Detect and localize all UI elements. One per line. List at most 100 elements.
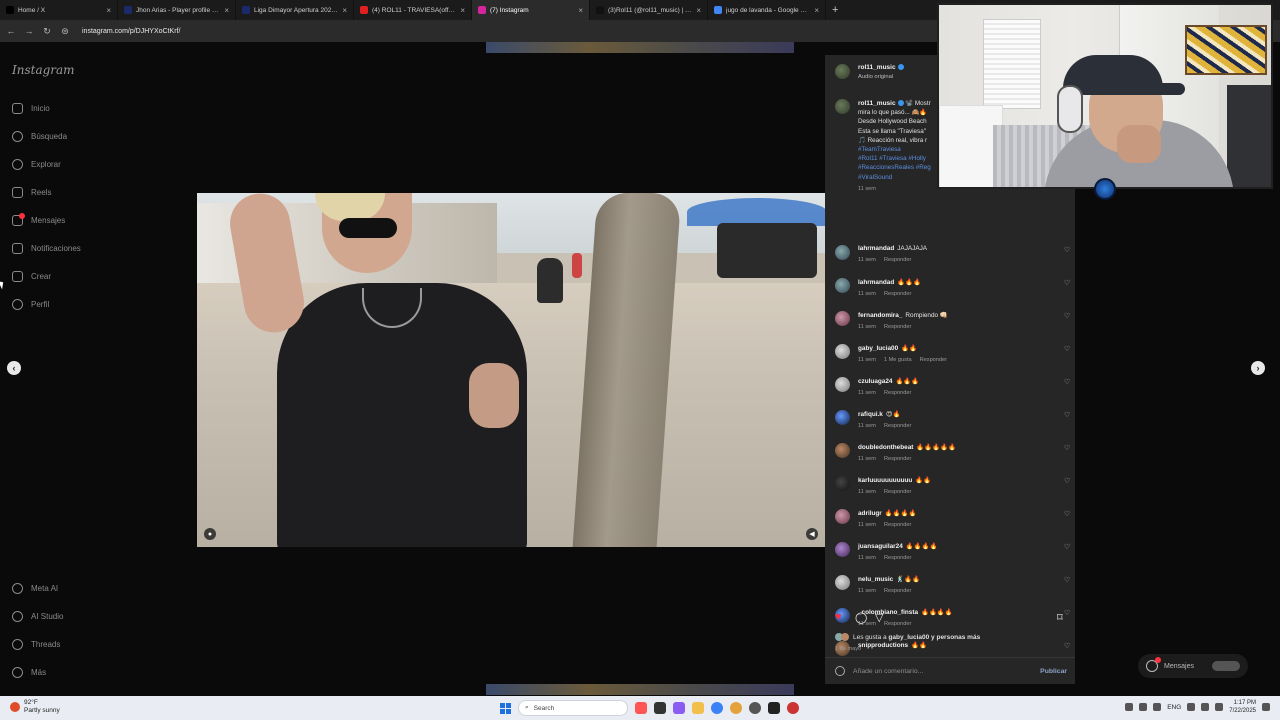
close-tab-icon[interactable]: × [578,6,583,15]
likes-summary[interactable]: Les gusta a gaby_lucia00 y personas más [835,633,980,641]
back-icon[interactable]: ← [6,26,16,36]
add-comment-input[interactable]: Añade un comentario... [853,668,923,675]
publish-button[interactable]: Publicar [1040,668,1067,675]
reload-icon[interactable]: ↻ [42,26,52,37]
close-tab-icon[interactable]: × [814,6,819,15]
reply-button[interactable]: Responder [884,456,911,462]
commenter-username[interactable]: gaby_lucia00 [858,345,898,352]
tagged-user-icon[interactable]: ● [204,528,216,540]
instagram-logo[interactable]: Instagram [12,63,75,77]
notification-icon[interactable] [1262,703,1270,711]
comment-like-heart-icon[interactable] [1064,642,1071,651]
comment-like-heart-icon[interactable] [1064,510,1071,519]
tray-chevron-icon[interactable] [1125,703,1134,711]
commenter-username[interactable]: czuluaga24 [858,378,892,385]
file-explorer-icon[interactable] [692,702,704,714]
tray-app-icon[interactable] [1139,703,1148,711]
url-text[interactable]: instagram.com/p/DJHYXoCtKrf/ [82,28,180,35]
commenter-avatar[interactable] [835,278,850,293]
post-video[interactable]: ● ◀ [197,193,825,547]
audio-label[interactable]: Audio original [858,74,904,80]
reply-button[interactable]: Responder [920,357,947,363]
commenter-avatar[interactable] [835,344,850,359]
comment-like-heart-icon[interactable] [1064,444,1071,453]
mute-icon[interactable]: ◀ [806,528,818,540]
commenter-username[interactable]: nelu_music [858,576,893,583]
caption-username[interactable]: rol11_music [858,100,896,107]
commenter-avatar[interactable] [835,542,850,557]
commenter-avatar[interactable] [835,245,850,260]
forward-icon[interactable]: → [24,26,34,36]
new-tab-button[interactable]: + [826,4,844,16]
commenter-username[interactable]: lahrmandad [858,279,894,286]
sidebar-item-mensajes[interactable]: Mensajes [12,213,65,226]
commenter-avatar[interactable] [835,443,850,458]
hashtag-link[interactable]: #Rol11 #Traviesa #Holly [858,155,926,162]
emoji-icon[interactable] [835,666,845,676]
comment-like-heart-icon[interactable] [1064,246,1071,255]
commenter-avatar[interactable] [835,509,850,524]
commenter-username[interactable]: rafiqui.k [858,411,883,418]
reply-button[interactable]: Responder [884,555,911,561]
hashtag-link[interactable]: #ViralSound [858,174,892,181]
comment-like-heart-icon[interactable] [1064,279,1071,288]
browser-tab[interactable]: (7) Instagram × [472,0,590,20]
browser-tab[interactable]: (4) ROL11 - TRAVIESA(official vi× [354,0,472,20]
commenter-username[interactable]: snipproductions [858,642,908,649]
hashtag-link[interactable]: #ReaccionesReales #Reg [858,164,931,171]
previous-post-button[interactable]: ‹ [7,361,21,375]
reply-button[interactable]: Responder [884,423,911,429]
chrome-icon[interactable] [730,702,742,714]
wifi-icon[interactable] [1187,703,1196,711]
edge-icon[interactable] [711,702,723,714]
close-tab-icon[interactable]: × [342,6,347,15]
sidebar-item-metaai[interactable]: Meta AI [12,583,58,594]
reply-button[interactable]: Responder [884,257,911,263]
battery-icon[interactable] [1215,703,1224,711]
reply-button[interactable]: Responder [884,390,911,396]
copilot-icon[interactable] [635,702,647,714]
sidebar-item-ms[interactable]: Más [12,667,46,678]
save-bookmark-icon[interactable]: ⌑ [1057,611,1063,624]
browser-tab[interactable]: (3)Rol11 (@rol11_music) | TikTok × [590,0,708,20]
windows-start-icon[interactable] [500,702,511,714]
obs-icon[interactable] [768,702,780,714]
commenter-username[interactable]: adrilugr [858,510,882,517]
reply-button[interactable]: Responder [884,588,911,594]
close-tab-icon[interactable]: × [106,6,111,15]
commenter-username[interactable]: lahrmandad [858,245,894,252]
like-heart-icon[interactable]: ♥ [835,611,842,623]
comment-like-heart-icon[interactable] [1064,411,1071,420]
author-username[interactable]: rol11_music [858,64,904,71]
teams-icon[interactable] [673,702,685,714]
comment-like-heart-icon[interactable] [1064,345,1071,354]
comment-like-heart-icon[interactable] [1064,576,1071,585]
comment-like-heart-icon[interactable] [1064,312,1071,321]
comment-like-heart-icon[interactable] [1064,543,1071,552]
sidebar-item-inicio[interactable]: Inicio [12,103,50,114]
sidebar-item-explorar[interactable]: Explorar [12,159,61,170]
caption-author-avatar[interactable] [835,99,850,114]
reply-button[interactable]: Responder [884,324,911,330]
share-icon[interactable]: ▽ [875,611,883,624]
reply-button[interactable]: Responder [884,291,911,297]
language-indicator[interactable]: ENG [1167,704,1181,711]
sidebar-item-bsqueda[interactable]: Búsqueda [12,131,67,142]
sidebar-item-perfil[interactable]: Perfil [12,299,49,310]
reply-button[interactable]: Responder [884,522,911,528]
taskbar-clock[interactable]: 1:17 PM 7/22/2025 [1229,699,1256,715]
commenter-avatar[interactable] [835,476,850,491]
close-tab-icon[interactable]: × [224,6,229,15]
liked-user-link[interactable]: gaby_lucia00 [888,634,929,641]
commenter-avatar[interactable] [835,410,850,425]
close-tab-icon[interactable]: × [696,6,701,15]
sidebar-item-reels[interactable]: Reels [12,187,51,198]
commenter-avatar[interactable] [835,575,850,590]
commenter-username[interactable]: fernandomira_ [858,312,902,319]
close-tab-icon[interactable]: × [460,6,465,15]
browser-tab[interactable]: Jhon Arias - Player profile 25/26 × [118,0,236,20]
commenter-avatar[interactable] [835,377,850,392]
commenter-username[interactable]: karluuuuuuuuuuu [858,477,912,484]
likes-others-link[interactable]: y personas más [929,634,980,641]
commenter-avatar[interactable] [835,311,850,326]
